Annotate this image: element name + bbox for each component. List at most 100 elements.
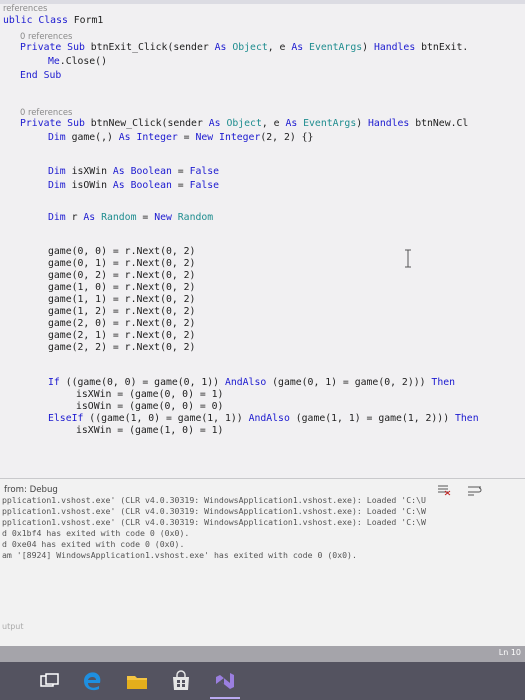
code-token: game(1, 2) = r.Next(0, 2) (48, 306, 196, 317)
code-token: game(0, 1) = r.Next(0, 2) (48, 258, 196, 269)
output-panel[interactable]: from: Debug pplication1.vshost.exe' (CLR… (0, 478, 525, 646)
code-token: ) (362, 42, 374, 53)
code-token: Dim (48, 180, 72, 191)
file-explorer-icon[interactable] (124, 668, 150, 694)
code-token: btnExit. (421, 42, 469, 53)
code-line: game(1, 1) = r.Next(0, 2) (48, 294, 195, 306)
visual-studio-icon[interactable] (212, 668, 238, 694)
code-line: Me.Close() (48, 56, 107, 68)
output-line: d 0xe04 has exited with code 0 (0x0). (2, 539, 185, 549)
code-token: EventArgs (303, 118, 357, 129)
code-line: If ((game(0, 0) = game(0, 1)) AndAlso (g… (48, 377, 455, 389)
code-line: game(0, 0) = r.Next(0, 2) (48, 246, 195, 258)
clear-all-icon[interactable] (437, 484, 451, 496)
code-editor[interactable]: references ublic Class Form1 0 references P… (0, 0, 525, 478)
code-token: Dim (48, 166, 72, 177)
code-line: game(0, 2) = r.Next(0, 2) (48, 270, 195, 282)
code-token: Private Sub (20, 118, 91, 129)
code-token: As Integer (118, 132, 184, 143)
codelens-references[interactable]: references (3, 2, 47, 14)
code-token: False (189, 180, 220, 191)
code-token: Then (431, 377, 456, 388)
code-token: Random (177, 212, 214, 223)
code-line: isXWin = (game(1, 0) = 1) (76, 425, 223, 437)
code-token: isXWin (71, 166, 113, 177)
code-token: Form1 (73, 15, 104, 26)
code-token: As Boolean (112, 180, 178, 191)
code-token: game(,) (71, 132, 119, 143)
output-line: am '[8924] WindowsApplication1.vshost.ex… (2, 550, 357, 560)
output-line: pplication1.vshost.exe' (CLR v4.0.30319:… (2, 506, 426, 516)
word-wrap-icon[interactable] (467, 484, 485, 496)
edge-browser-icon[interactable] (80, 668, 106, 694)
code-token: (2, 2) {} (260, 132, 314, 143)
codelens-references[interactable]: 0 references (20, 106, 72, 118)
code-line: ublic Class Form1 (3, 15, 103, 27)
code-token: As (291, 42, 310, 53)
code-token: game(1, 0) = r.Next(0, 2) (48, 282, 196, 293)
text-cursor-icon (405, 249, 411, 268)
code-line: game(0, 1) = r.Next(0, 2) (48, 258, 195, 270)
store-icon[interactable] (168, 668, 194, 694)
code-token: game(2, 2) = r.Next(0, 2) (48, 342, 196, 353)
code-token: = (177, 166, 190, 177)
code-token: Handles (368, 118, 416, 129)
tab-output[interactable]: utput (2, 622, 24, 631)
code-token: , e (267, 42, 292, 53)
code-token: game(0, 2) = r.Next(0, 2) (48, 270, 196, 281)
active-app-indicator (210, 697, 240, 699)
code-line: isXWin = (game(0, 0) = 1) (76, 389, 223, 401)
codelens-references[interactable]: 0 references (20, 30, 72, 42)
code-line: game(2, 0) = r.Next(0, 2) (48, 318, 195, 330)
code-line: Private Sub btnNew_Click(sender As Objec… (20, 118, 468, 130)
code-token: End Sub (20, 70, 62, 81)
code-token: ublic Class (3, 15, 74, 26)
code-token: (game(0, 1) = game(0, 2))) (272, 377, 432, 388)
code-token: As (208, 118, 227, 129)
code-token: game(2, 1) = r.Next(0, 2) (48, 330, 196, 341)
code-token: ) (356, 118, 369, 129)
code-token: New (154, 212, 178, 223)
code-line: game(1, 0) = r.Next(0, 2) (48, 282, 195, 294)
code-token: ((game(0, 0) = game(0, 1)) (65, 377, 225, 388)
code-token: .Close() (59, 56, 107, 67)
code-token: If (48, 377, 66, 388)
code-line: Dim isOWin As Boolean = False (48, 180, 219, 192)
code-token: = (142, 212, 155, 223)
code-line: Private Sub btnExit_Click(sender As Obje… (20, 42, 468, 54)
code-token: game(0, 0) = r.Next(0, 2) (48, 246, 196, 257)
code-token: isOWin = (game(0, 0) = 0) (76, 401, 224, 412)
code-line: End Sub (20, 70, 61, 82)
code-token: btnNew.Cl (415, 118, 469, 129)
output-line: pplication1.vshost.exe' (CLR v4.0.30319:… (2, 495, 426, 505)
code-token: As (214, 42, 233, 53)
code-token: AndAlso (248, 413, 296, 424)
code-line: game(1, 2) = r.Next(0, 2) (48, 306, 195, 318)
output-line: d 0x1bf4 has exited with code 0 (0x0). (2, 528, 190, 538)
output-source-label: from: Debug (4, 485, 58, 495)
editor-top-strip (0, 0, 525, 4)
code-token: Dim (48, 132, 72, 143)
code-token: = (177, 180, 190, 191)
code-token: EventArgs (309, 42, 363, 53)
code-token: As (285, 118, 304, 129)
code-token: Dim (48, 212, 72, 223)
code-token: ((game(1, 0) = game(1, 1)) (89, 413, 249, 424)
task-view-icon[interactable] (36, 668, 62, 694)
code-token: Me (48, 56, 60, 67)
code-line: game(2, 1) = r.Next(0, 2) (48, 330, 195, 342)
code-token: Object (226, 118, 262, 129)
code-token: = (183, 132, 196, 143)
code-token: Private Sub (20, 42, 91, 53)
code-token: Handles (373, 42, 422, 53)
code-token: Then (455, 413, 479, 424)
code-token: , e (261, 118, 286, 129)
code-token: isOWin (71, 180, 113, 191)
code-line: game(2, 2) = r.Next(0, 2) (48, 342, 195, 354)
code-token: AndAlso (224, 377, 273, 388)
code-line: ElseIf ((game(1, 0) = game(1, 1)) AndAls… (48, 413, 479, 425)
code-token: game(2, 0) = r.Next(0, 2) (48, 318, 196, 329)
status-bar: Ln 10 (0, 646, 525, 662)
code-token: isXWin = (game(1, 0) = 1) (76, 425, 224, 436)
code-token: As (83, 212, 102, 223)
